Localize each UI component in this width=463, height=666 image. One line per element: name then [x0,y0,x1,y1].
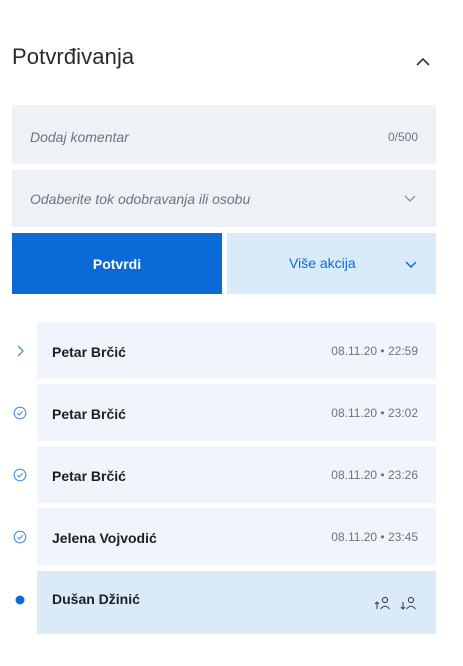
timeline-card[interactable]: Petar Brčić 08.11.20 • 23:02 [37,384,436,441]
chevron-down-icon [405,261,417,269]
panel-title: Potvrđivanja [12,44,135,69]
timeline-item[interactable]: Petar Brčić 08.11.20 • 23:26 [0,446,463,503]
chevron-down-icon [404,195,416,202]
approval-timestamp: 08.11.20 • 23:45 [331,530,418,544]
comment-placeholder: Dodaj komentar [30,129,129,145]
timeline-card[interactable]: Petar Brčić 08.11.20 • 23:26 [37,446,436,503]
approver-name: Dušan Džinić [52,591,140,607]
approval-timestamp: 08.11.20 • 23:26 [331,468,418,482]
check-circle-icon [13,468,27,482]
timeline-card[interactable]: Jelena Vojvodić 08.11.20 • 23:45 [37,508,436,565]
timeline-card[interactable]: Petar Brčić 08.11.20 • 22:59 [37,322,436,379]
move-down-user-icon[interactable] [400,595,418,611]
timeline-item[interactable]: Petar Brčić 08.11.20 • 22:59 [0,322,463,379]
approval-timestamp: 08.11.20 • 23:02 [331,406,418,420]
approver-name: Petar Brčić [52,406,126,422]
approvals-header: Potvrđivanja [12,44,437,78]
approval-timestamp: 08.11.20 • 22:59 [331,344,418,358]
confirm-button-label: Potvrdi [92,255,142,272]
check-circle-icon [13,406,27,420]
comment-input[interactable]: Dodaj komentar 0/500 [12,105,436,164]
timeline-item[interactable]: Jelena Vojvodić 08.11.20 • 23:45 [0,508,463,565]
approver-name: Petar Brčić [52,468,126,484]
comment-char-counter: 0/500 [387,130,418,144]
filled-dot-icon [15,595,25,605]
approval-flow-select[interactable]: Odaberite tok odobravanja ili osobu [12,170,436,227]
more-actions-button[interactable]: Više akcija [227,233,436,294]
reorder-actions [374,595,418,611]
chevron-right-icon [17,345,24,357]
flow-select-placeholder: Odaberite tok odobravanja ili osobu [30,191,251,207]
move-up-user-icon[interactable] [374,595,392,611]
approver-name: Petar Brčić [52,344,126,360]
confirm-button[interactable]: Potvrdi [12,233,222,294]
timeline-item[interactable]: Dušan Džinić [0,571,463,634]
timeline-item[interactable]: Petar Brčić 08.11.20 • 23:02 [0,384,463,441]
chevron-up-icon[interactable] [413,52,433,72]
more-actions-label: Više akcija [289,255,356,271]
check-circle-icon [13,530,27,544]
approver-name: Jelena Vojvodić [52,530,157,546]
timeline-card-active[interactable]: Dušan Džinić [37,571,436,634]
